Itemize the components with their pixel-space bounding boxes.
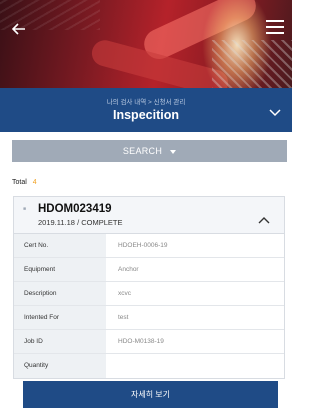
total-row: Total 4 — [12, 179, 287, 189]
detail-row-quantity: Quantity — [14, 354, 284, 378]
detail-row-intended-for: Intented For test — [14, 306, 284, 330]
view-details-button[interactable]: 자세히 보기 — [23, 381, 278, 408]
card-header[interactable]: ■ HDOM023419 2019.11.18 / COMPLETE — [14, 197, 284, 234]
row-label: Cert No. — [14, 234, 106, 257]
total-count: 4 — [32, 179, 37, 186]
hamburger-menu-icon — [266, 20, 284, 34]
detail-row-description: Description xcvc — [14, 282, 284, 306]
cert-id: HDOM023419 — [38, 203, 112, 215]
row-label: Description — [14, 282, 106, 305]
row-label: Job ID — [14, 330, 106, 353]
caret-down-icon — [170, 149, 177, 154]
page-title: Inspecition — [113, 108, 179, 122]
bullet-icon: ■ — [23, 206, 27, 212]
row-value: xcvc — [118, 290, 131, 297]
detail-row-cert-no: Cert No. HDOEH-0006-19 — [14, 234, 284, 258]
menu-button[interactable] — [266, 20, 284, 36]
chevron-up-icon — [258, 217, 270, 224]
main-content: SEARCH Total 4 ■ HDOM023419 2019.11.18 / … — [12, 132, 287, 379]
row-value — [106, 354, 284, 378]
collapse-header-button[interactable] — [268, 104, 282, 118]
detail-row-equipment: Equipment Anchor — [14, 258, 284, 282]
inspection-card: ■ HDOM023419 2019.11.18 / COMPLETE Cert … — [13, 196, 285, 379]
title-band: 나의 검사 내역 > 신청서 관리 Inspecition — [0, 88, 292, 132]
header-banner-image — [0, 0, 292, 88]
row-label: Intented For — [14, 306, 106, 329]
search-label: SEARCH — [122, 146, 163, 156]
card-toggle-button[interactable] — [258, 211, 270, 224]
row-value: HDOEH-0006-19 — [118, 242, 168, 249]
chevron-down-icon — [269, 109, 281, 117]
row-value: Anchor — [118, 266, 139, 273]
arrow-left-icon — [11, 23, 25, 35]
search-button[interactable]: SEARCH — [12, 140, 287, 162]
row-label: Quantity — [14, 354, 106, 378]
total-label: Total — [12, 179, 27, 186]
row-label: Equipment — [14, 258, 106, 281]
cert-date-status: 2019.11.18 / COMPLETE — [38, 218, 123, 227]
row-value: HDO-M0138-19 — [118, 338, 164, 345]
detail-row-job-id: Job ID HDO-M0138-19 — [14, 330, 284, 354]
breadcrumb: 나의 검사 내역 > 신청서 관리 — [106, 99, 186, 106]
back-button[interactable] — [11, 20, 32, 40]
banner-wire-grid — [212, 40, 292, 88]
row-value: test — [118, 314, 129, 321]
